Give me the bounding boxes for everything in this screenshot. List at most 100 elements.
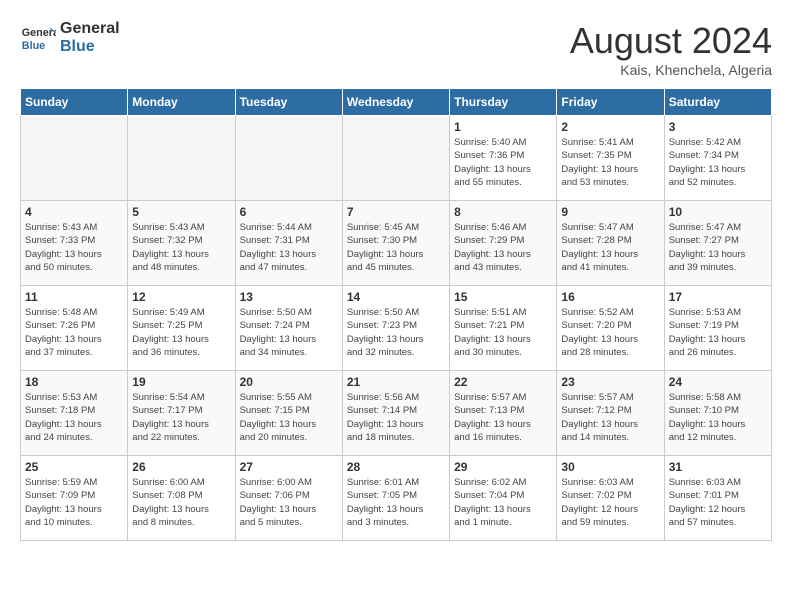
calendar-cell: 5Sunrise: 5:43 AM Sunset: 7:32 PM Daylig… <box>128 201 235 286</box>
day-info: Sunrise: 6:00 AM Sunset: 7:06 PM Dayligh… <box>240 476 338 529</box>
day-number: 7 <box>347 205 445 219</box>
day-number: 12 <box>132 290 230 304</box>
calendar-cell: 3Sunrise: 5:42 AM Sunset: 7:34 PM Daylig… <box>664 116 771 201</box>
calendar-cell: 24 Sunrise: 5:58 AM Sunset: 7:10 PM Dayli… <box>664 371 771 456</box>
logo-blue-text: Blue <box>60 38 120 56</box>
calendar-cell: 6Sunrise: 5:44 AM Sunset: 7:31 PM Daylig… <box>235 201 342 286</box>
week-row-3: 11Sunrise: 5:48 AM Sunset: 7:26 PM Dayli… <box>21 286 772 371</box>
week-row-4: 18 Sunrise: 5:53 AM Sunset: 7:18 PM Dayli… <box>21 371 772 456</box>
day-info: Sunrise: 5:58 AM Sunset: 7:10 PM Dayligh… <box>669 391 767 444</box>
day-number: 1 <box>454 120 552 134</box>
day-number: 4 <box>25 205 123 219</box>
calendar-cell: 1 Sunrise: 5:40 AM Sunset: 7:36 PM Daylig… <box>450 116 557 201</box>
day-info: Sunrise: 5:50 AM Sunset: 7:24 PM Dayligh… <box>240 306 338 359</box>
day-info: Sunrise: 5:53 AM Sunset: 7:18 PM Dayligh… <box>25 391 123 444</box>
day-number: 27 <box>240 460 338 474</box>
header-sunday: Sunday <box>21 89 128 116</box>
calendar-header-row: SundayMondayTuesdayWednesdayThursdayFrid… <box>21 89 772 116</box>
calendar-cell: 14Sunrise: 5:50 AM Sunset: 7:23 PM Dayli… <box>342 286 449 371</box>
day-number: 19 <box>132 375 230 389</box>
day-info: Sunrise: 6:02 AM Sunset: 7:04 PM Dayligh… <box>454 476 552 529</box>
day-info: Sunrise: 5:44 AM Sunset: 7:31 PM Dayligh… <box>240 221 338 274</box>
calendar-cell: 12 Sunrise: 5:49 AM Sunset: 7:25 PM Dayli… <box>128 286 235 371</box>
day-number: 23 <box>561 375 659 389</box>
day-info: Sunrise: 5:57 AM Sunset: 7:13 PM Dayligh… <box>454 391 552 444</box>
day-number: 25 <box>25 460 123 474</box>
calendar-cell: 10 Sunrise: 5:47 AM Sunset: 7:27 PM Dayli… <box>664 201 771 286</box>
page-header: General Blue General Blue August 2024 Ka… <box>20 20 772 78</box>
day-info: Sunrise: 5:47 AM Sunset: 7:27 PM Dayligh… <box>669 221 767 274</box>
header-friday: Friday <box>557 89 664 116</box>
day-number: 10 <box>669 205 767 219</box>
day-info: Sunrise: 5:43 AM Sunset: 7:33 PM Dayligh… <box>25 221 123 274</box>
header-saturday: Saturday <box>664 89 771 116</box>
calendar-cell: 8Sunrise: 5:46 AM Sunset: 7:29 PM Daylig… <box>450 201 557 286</box>
day-info: Sunrise: 5:46 AM Sunset: 7:29 PM Dayligh… <box>454 221 552 274</box>
day-number: 16 <box>561 290 659 304</box>
calendar-cell: 26 Sunrise: 6:00 AM Sunset: 7:08 PM Dayli… <box>128 456 235 541</box>
day-number: 26 <box>132 460 230 474</box>
day-number: 28 <box>347 460 445 474</box>
calendar-cell: 19 Sunrise: 5:54 AM Sunset: 7:17 PM Dayli… <box>128 371 235 456</box>
day-info: Sunrise: 5:57 AM Sunset: 7:12 PM Dayligh… <box>561 391 659 444</box>
calendar-cell: 15 Sunrise: 5:51 AM Sunset: 7:21 PM Dayli… <box>450 286 557 371</box>
day-number: 24 <box>669 375 767 389</box>
logo-general-text: General <box>60 20 120 38</box>
day-info: Sunrise: 5:53 AM Sunset: 7:19 PM Dayligh… <box>669 306 767 359</box>
day-info: Sunrise: 6:00 AM Sunset: 7:08 PM Dayligh… <box>132 476 230 529</box>
day-info: Sunrise: 5:51 AM Sunset: 7:21 PM Dayligh… <box>454 306 552 359</box>
calendar-cell: 23 Sunrise: 5:57 AM Sunset: 7:12 PM Dayli… <box>557 371 664 456</box>
day-number: 30 <box>561 460 659 474</box>
calendar-cell: 20 Sunrise: 5:55 AM Sunset: 7:15 PM Dayli… <box>235 371 342 456</box>
day-info: Sunrise: 5:45 AM Sunset: 7:30 PM Dayligh… <box>347 221 445 274</box>
day-info: Sunrise: 5:40 AM Sunset: 7:36 PM Dayligh… <box>454 136 552 189</box>
day-number: 17 <box>669 290 767 304</box>
week-row-5: 25 Sunrise: 5:59 AM Sunset: 7:09 PM Dayli… <box>21 456 772 541</box>
logo-icon: General Blue <box>20 20 56 56</box>
day-info: Sunrise: 5:55 AM Sunset: 7:15 PM Dayligh… <box>240 391 338 444</box>
location-text: Kais, Khenchela, Algeria <box>570 62 772 78</box>
calendar-cell: 4 Sunrise: 5:43 AM Sunset: 7:33 PM Daylig… <box>21 201 128 286</box>
svg-text:Blue: Blue <box>22 40 45 52</box>
calendar-cell: 31 Sunrise: 6:03 AM Sunset: 7:01 PM Dayli… <box>664 456 771 541</box>
day-info: Sunrise: 5:52 AM Sunset: 7:20 PM Dayligh… <box>561 306 659 359</box>
day-number: 21 <box>347 375 445 389</box>
calendar-cell: 2Sunrise: 5:41 AM Sunset: 7:35 PM Daylig… <box>557 116 664 201</box>
day-info: Sunrise: 5:47 AM Sunset: 7:28 PM Dayligh… <box>561 221 659 274</box>
calendar-cell: 18 Sunrise: 5:53 AM Sunset: 7:18 PM Dayli… <box>21 371 128 456</box>
title-section: August 2024 Kais, Khenchela, Algeria <box>570 20 772 78</box>
day-number: 31 <box>669 460 767 474</box>
day-info: Sunrise: 6:01 AM Sunset: 7:05 PM Dayligh… <box>347 476 445 529</box>
day-number: 13 <box>240 290 338 304</box>
day-info: Sunrise: 5:49 AM Sunset: 7:25 PM Dayligh… <box>132 306 230 359</box>
calendar-cell: 29Sunrise: 6:02 AM Sunset: 7:04 PM Dayli… <box>450 456 557 541</box>
day-number: 11 <box>25 290 123 304</box>
day-number: 20 <box>240 375 338 389</box>
calendar-cell: 13 Sunrise: 5:50 AM Sunset: 7:24 PM Dayli… <box>235 286 342 371</box>
day-info: Sunrise: 6:03 AM Sunset: 7:01 PM Dayligh… <box>669 476 767 529</box>
calendar-cell: 17 Sunrise: 5:53 AM Sunset: 7:19 PM Dayli… <box>664 286 771 371</box>
day-info: Sunrise: 5:56 AM Sunset: 7:14 PM Dayligh… <box>347 391 445 444</box>
calendar-cell: 25 Sunrise: 5:59 AM Sunset: 7:09 PM Dayli… <box>21 456 128 541</box>
calendar-cell <box>128 116 235 201</box>
day-info: Sunrise: 5:43 AM Sunset: 7:32 PM Dayligh… <box>132 221 230 274</box>
header-monday: Monday <box>128 89 235 116</box>
week-row-2: 4 Sunrise: 5:43 AM Sunset: 7:33 PM Daylig… <box>21 201 772 286</box>
calendar-cell: 21 Sunrise: 5:56 AM Sunset: 7:14 PM Dayli… <box>342 371 449 456</box>
day-number: 22 <box>454 375 552 389</box>
calendar-cell: 28 Sunrise: 6:01 AM Sunset: 7:05 PM Dayli… <box>342 456 449 541</box>
day-info: Sunrise: 6:03 AM Sunset: 7:02 PM Dayligh… <box>561 476 659 529</box>
header-wednesday: Wednesday <box>342 89 449 116</box>
month-title: August 2024 <box>570 20 772 62</box>
day-number: 15 <box>454 290 552 304</box>
day-number: 9 <box>561 205 659 219</box>
calendar-cell: 30 Sunrise: 6:03 AM Sunset: 7:02 PM Dayli… <box>557 456 664 541</box>
day-number: 14 <box>347 290 445 304</box>
calendar-cell: 22 Sunrise: 5:57 AM Sunset: 7:13 PM Dayli… <box>450 371 557 456</box>
logo: General Blue General Blue <box>20 20 120 56</box>
calendar-table: SundayMondayTuesdayWednesdayThursdayFrid… <box>20 88 772 541</box>
day-number: 18 <box>25 375 123 389</box>
day-info: Sunrise: 5:54 AM Sunset: 7:17 PM Dayligh… <box>132 391 230 444</box>
header-thursday: Thursday <box>450 89 557 116</box>
day-info: Sunrise: 5:59 AM Sunset: 7:09 PM Dayligh… <box>25 476 123 529</box>
